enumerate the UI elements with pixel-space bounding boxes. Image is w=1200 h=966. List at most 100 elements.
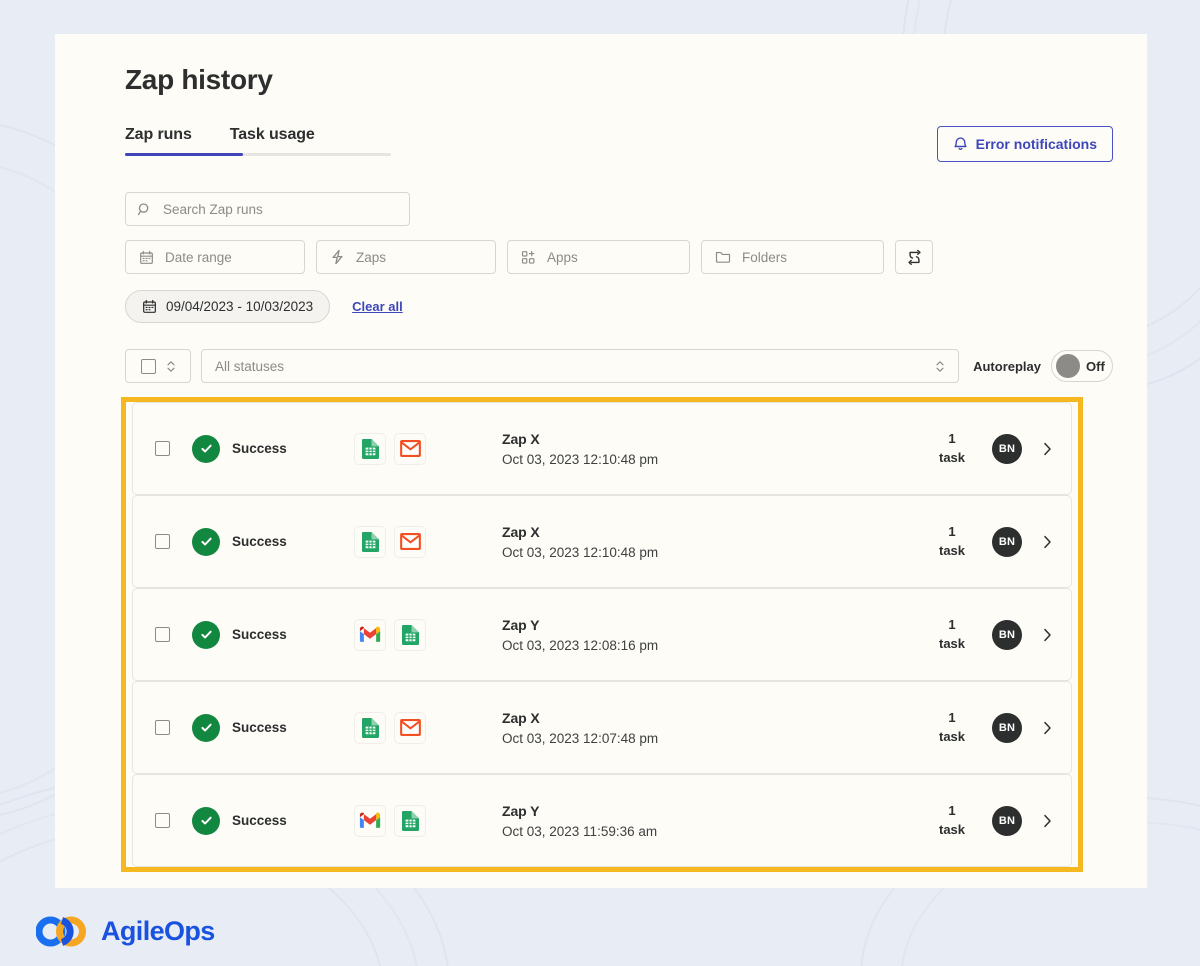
run-status-label: Success — [232, 627, 287, 642]
run-timestamp: Oct 03, 2023 12:10:48 pm — [502, 451, 659, 467]
run-timestamp: Oct 03, 2023 11:59:36 am — [502, 823, 658, 839]
filter-folders[interactable]: Folders — [701, 240, 884, 274]
zap-runs-list: Success Zap X Oct 03, 2023 12:10:48 pm 1 tas… — [126, 402, 1078, 867]
run-zap-name: Zap Y — [502, 802, 540, 819]
tab-active-indicator — [125, 153, 243, 156]
run-row-checkbox[interactable] — [155, 534, 170, 549]
table-row[interactable]: Success Zap X Oct 03, 2023 12:10:48 pm 1 tas… — [132, 402, 1072, 495]
apps-grid-plus-icon — [521, 250, 536, 265]
run-zap-name: Zap X — [502, 430, 540, 447]
run-task-count-unit: task — [938, 728, 966, 744]
tab-underline — [125, 153, 391, 156]
date-range-chip[interactable]: 09/04/2023 - 10/03/2023 — [125, 290, 331, 323]
run-app-icons — [354, 432, 466, 465]
active-filters-row: 09/04/2023 - 10/03/2023 Clear all — [125, 290, 1113, 323]
run-row-checkbox[interactable] — [155, 813, 170, 828]
run-task-count: 1 task — [930, 802, 974, 840]
email-envelope-icon — [394, 432, 426, 465]
table-row[interactable]: Success Zap X Oct 03, 2023 12:07:48 pm 1 tas… — [132, 681, 1072, 774]
google-sheets-icon — [354, 432, 386, 465]
autoreplay-toggle[interactable]: Off — [1051, 350, 1113, 382]
gmail-icon — [354, 618, 386, 651]
error-notifications-button[interactable]: Error notifications — [936, 126, 1113, 162]
run-zap-info: Zap X Oct 03, 2023 12:10:48 pm — [502, 524, 930, 560]
google-sheets-icon — [354, 525, 386, 558]
page-title: Zap history — [125, 64, 273, 95]
agileops-brand-name: AgileOps — [101, 916, 215, 946]
gmail-icon — [354, 804, 386, 837]
clear-all-link[interactable]: Clear all — [352, 299, 403, 314]
lightning-bolt-icon — [330, 249, 345, 265]
select-all-checkbox[interactable] — [140, 358, 156, 374]
tab-task-usage[interactable]: Task usage — [210, 126, 333, 156]
run-task-count: 1 task — [930, 709, 974, 747]
email-envelope-icon — [394, 525, 426, 558]
run-row-checkbox[interactable] — [155, 627, 170, 642]
agileops-footer-logo: AgileOps — [36, 915, 215, 948]
filter-date-range-label: Date range — [165, 249, 232, 265]
bell-icon — [953, 136, 968, 152]
run-app-icons — [354, 525, 466, 558]
error-notifications-label: Error notifications — [975, 136, 1097, 152]
run-task-count-unit: task — [938, 635, 966, 651]
google-sheets-icon — [394, 618, 426, 651]
table-row[interactable]: Success Zap Y Oct 03, 2023 11:59:36 am 1 tas… — [132, 774, 1072, 867]
run-expand-chevron-right-icon[interactable] — [1042, 720, 1053, 736]
filter-zaps-label: Zaps — [356, 249, 387, 265]
select-all-control[interactable] — [125, 349, 191, 383]
autoreplay-state-label: Off — [1086, 358, 1105, 374]
success-check-icon — [192, 620, 220, 649]
run-app-icons — [354, 618, 466, 651]
filter-apps[interactable]: Apps — [507, 240, 690, 274]
search-input[interactable] — [161, 200, 398, 218]
run-status: Success — [192, 620, 342, 649]
run-expand-chevron-right-icon[interactable] — [1042, 813, 1053, 829]
tabs-row: Zap runs Task usage Error notifications — [125, 126, 1113, 162]
run-status-label: Success — [232, 720, 287, 735]
calendar-icon — [142, 299, 157, 314]
google-sheets-icon — [354, 711, 386, 744]
run-task-count-unit: task — [938, 542, 966, 558]
run-task-count-value: 1 — [948, 616, 956, 632]
autoreplay-label: Autoreplay — [973, 358, 1041, 374]
table-row[interactable]: Success Zap Y Oct 03, 2023 12:08:16 pm 1 tas… — [132, 588, 1072, 681]
status-filter-value: All statuses — [215, 358, 285, 374]
tab-list: Zap runs Task usage — [125, 126, 391, 156]
filter-date-range[interactable]: Date range — [125, 240, 305, 274]
tab-zap-runs[interactable]: Zap runs — [125, 126, 210, 156]
search-icon — [137, 202, 152, 217]
run-zap-info: Zap Y Oct 03, 2023 11:59:36 am — [502, 803, 930, 839]
run-expand-chevron-right-icon[interactable] — [1042, 627, 1053, 643]
status-filter-select[interactable]: All statuses — [201, 349, 960, 383]
filter-apps-label: Apps — [547, 249, 578, 265]
email-envelope-icon — [394, 711, 426, 744]
refresh-button[interactable] — [895, 240, 933, 274]
run-task-count-value: 1 — [948, 430, 956, 446]
success-check-icon — [192, 527, 220, 556]
run-status: Success — [192, 527, 342, 556]
run-task-count-unit: task — [938, 821, 966, 837]
success-check-icon — [192, 713, 220, 742]
date-range-chip-label: 09/04/2023 - 10/03/2023 — [166, 299, 314, 314]
run-expand-chevron-right-icon[interactable] — [1042, 441, 1053, 457]
run-task-count: 1 task — [930, 430, 974, 468]
search-box[interactable] — [125, 192, 410, 226]
success-check-icon — [192, 806, 220, 835]
run-row-checkbox[interactable] — [155, 720, 170, 735]
run-status: Success — [192, 434, 342, 463]
autoreplay-toggle-knob — [1056, 354, 1080, 378]
filter-zaps[interactable]: Zaps — [316, 240, 496, 274]
run-status: Success — [192, 806, 342, 835]
run-task-count: 1 task — [930, 616, 974, 654]
run-expand-chevron-right-icon[interactable] — [1042, 534, 1053, 550]
table-row[interactable]: Success Zap X Oct 03, 2023 12:10:48 pm 1 tas… — [132, 495, 1072, 588]
chevron-up-down-icon — [935, 359, 945, 374]
zap-runs-list-highlight: Success Zap X Oct 03, 2023 12:10:48 pm 1 tas… — [121, 397, 1083, 872]
run-task-count: 1 task — [930, 523, 974, 561]
run-row-checkbox[interactable] — [155, 441, 170, 456]
google-sheets-icon — [394, 804, 426, 837]
success-check-icon — [192, 434, 220, 463]
run-timestamp: Oct 03, 2023 12:07:48 pm — [502, 730, 659, 746]
run-timestamp: Oct 03, 2023 12:08:16 pm — [502, 637, 659, 653]
run-zap-name: Zap X — [502, 523, 540, 540]
